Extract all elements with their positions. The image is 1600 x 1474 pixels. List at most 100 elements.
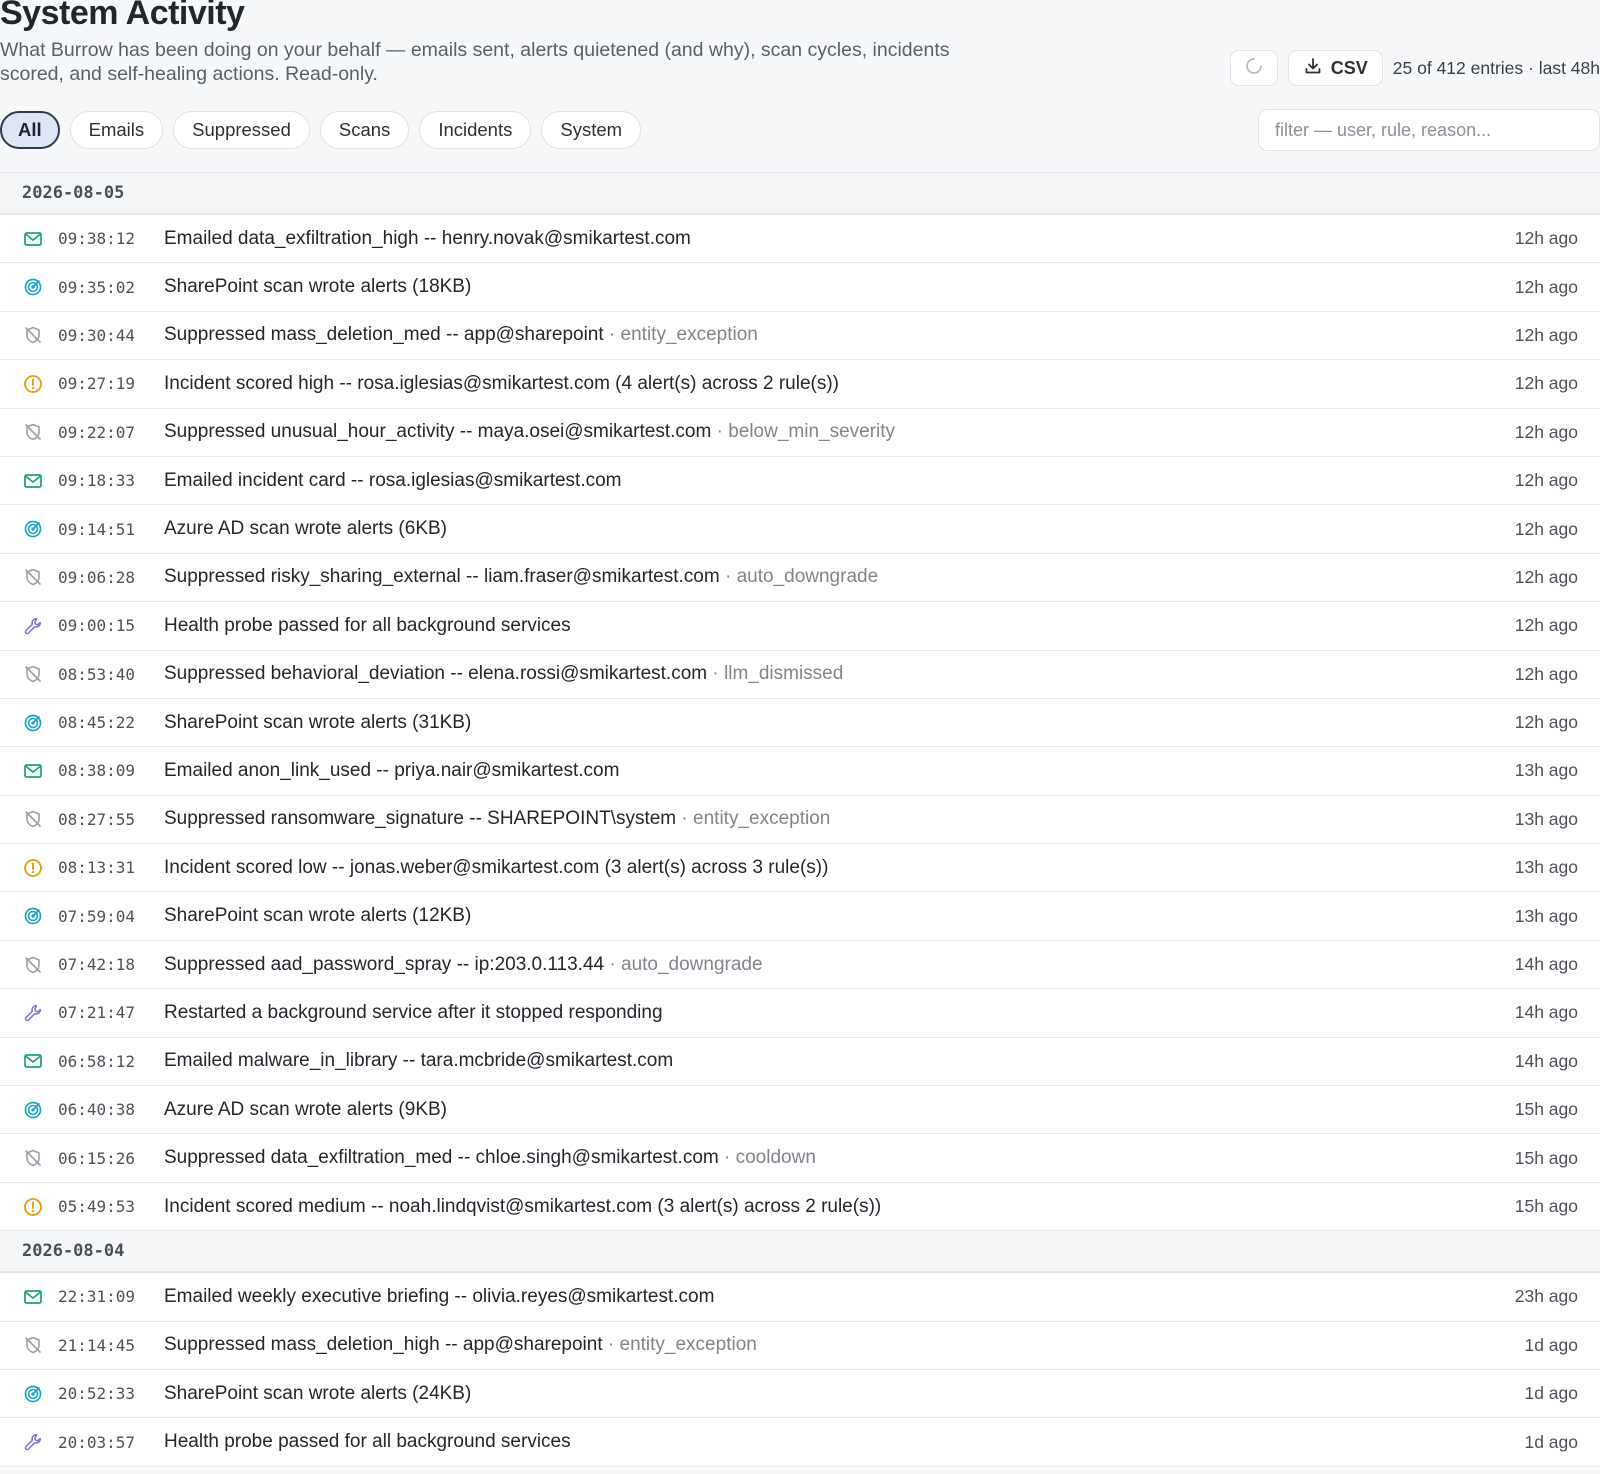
filter-chip-suppressed[interactable]: Suppressed [173,111,310,149]
date-group-header: 2026-08-05 [0,173,1600,215]
activity-message: Suppressed ransomware_signature -- SHARE… [164,808,677,830]
activity-row: 21:14:45 Suppressed mass_deletion_high --… [0,1322,1600,1370]
activity-row: 07:21:47 Restarted a background service a… [0,989,1600,1038]
activity-row: 09:06:28 Suppressed risky_sharing_externa… [0,554,1600,603]
activity-message: SharePoint scan wrote alerts (18KB) [164,276,472,298]
activity-message: Emailed malware_in_library -- tara.mcbri… [164,1050,674,1072]
activity-time: 21:14:45 [58,1335,136,1355]
activity-relative-time: 1d ago [1524,1383,1578,1404]
activity-message: Incident scored low -- jonas.weber@smika… [164,856,829,878]
activity-time: 09:27:19 [58,374,136,394]
activity-relative-time: 1d ago [1524,1431,1578,1452]
scan-target-icon [22,905,44,927]
scan-target-icon [22,1099,44,1121]
filter-input[interactable] [1258,109,1600,151]
activity-time: 07:42:18 [58,955,136,975]
activity-reason-separator: · [707,663,724,685]
activity-row: 08:13:31 Incident scored low -- jonas.web… [0,844,1600,893]
filter-chip-incidents[interactable]: Incidents [419,111,532,149]
activity-row: 22:31:09 Emailed weekly executive briefin… [0,1273,1600,1322]
activity-relative-time: 12h ago [1514,615,1578,636]
shield-off-icon [22,663,44,685]
activity-relative-time: 12h ago [1514,566,1578,587]
refresh-icon [1244,56,1264,81]
mail-icon [22,470,44,492]
activity-row: 09:00:15 Health probe passed for all back… [0,602,1600,651]
activity-reason-separator: · [718,1147,736,1169]
activity-row: 08:45:22 SharePoint scan wrote alerts (31… [0,699,1600,748]
date-group-header: 2026-08-04 [0,1231,1600,1274]
csv-export-button[interactable]: CSV [1287,50,1383,86]
activity-row: 08:53:40 Suppressed behavioral_deviation … [0,651,1600,699]
activity-reason: auto_downgrade [736,566,879,588]
activity-time: 08:13:31 [58,858,136,878]
activity-row: 08:38:09 Emailed anon_link_used -- priya.… [0,747,1600,796]
activity-relative-time: 23h ago [1514,1286,1578,1307]
activity-row: 09:22:07 Suppressed unusual_hour_activity… [0,409,1600,457]
page-subtitle: What Burrow has been doing on your behal… [0,39,950,85]
activity-relative-time: 15h ago [1514,1147,1578,1168]
activity-relative-time: 14h ago [1514,1002,1578,1023]
refresh-button[interactable] [1229,50,1278,86]
activity-row: 09:14:51 Azure AD scan wrote alerts (6KB)… [0,505,1600,554]
filter-chips: All Emails Suppressed Scans Incidents System [0,111,642,149]
activity-reason-separator: · [602,1334,620,1356]
activity-relative-time: 13h ago [1514,808,1578,829]
filter-chip-emails[interactable]: Emails [69,111,164,149]
activity-reason: entity_exception [619,1334,757,1356]
activity-time: 06:40:38 [58,1100,136,1120]
activity-time: 08:38:09 [58,761,136,781]
shield-off-icon [22,1147,44,1169]
activity-relative-time: 12h ago [1514,470,1578,491]
activity-time: 08:27:55 [58,809,136,829]
alert-circle-icon [22,857,44,879]
activity-relative-time: 12h ago [1514,228,1578,249]
activity-reason: cooldown [735,1147,816,1169]
shield-off-icon [22,421,44,443]
activity-message: Suppressed risky_sharing_external -- lia… [164,566,720,588]
activity-row: 06:58:12 Emailed malware_in_library -- ta… [0,1038,1600,1087]
header-actions: CSV 25 of 412 entries · last 48h [1229,50,1600,86]
activity-row: 09:27:19 Incident scored high -- rosa.igl… [0,360,1600,409]
activity-row: 09:35:02 SharePoint scan wrote alerts (18… [0,263,1600,312]
activity-time: 06:58:12 [58,1051,136,1071]
activity-reason: llm_dismissed [724,663,844,685]
activity-row: 05:49:53 Incident scored medium -- noah.l… [0,1183,1600,1232]
activity-message: Incident scored high -- rosa.iglesias@sm… [164,372,839,394]
activity-message: Emailed data_exfiltration_high -- henry.… [164,227,691,249]
shield-off-icon [22,954,44,976]
activity-message: SharePoint scan wrote alerts (24KB) [164,1382,472,1404]
activity-time: 09:30:44 [58,325,136,345]
filter-chip-system[interactable]: System [541,111,642,149]
activity-row: 08:27:55 Suppressed ransomware_signature … [0,796,1600,845]
scan-target-icon [22,276,44,298]
activity-message: Emailed anon_link_used -- priya.nair@smi… [164,759,620,781]
alert-circle-icon [22,1196,44,1218]
page-title: System Activity [0,0,245,32]
filter-chip-scans[interactable]: Scans [319,111,410,149]
activity-row: 07:59:04 SharePoint scan wrote alerts (12… [0,892,1600,941]
mail-icon [22,1050,44,1072]
page-header: System Activity What Burrow has been doi… [0,0,1600,100]
activity-time: 07:21:47 [58,1003,136,1023]
scan-target-icon [22,1383,44,1405]
activity-reason: below_min_severity [728,421,896,443]
activity-reason-separator: · [676,808,694,830]
activity-message: Incident scored medium -- noah.lindqvist… [164,1195,882,1217]
activity-relative-time: 15h ago [1514,1196,1578,1216]
activity-reason: entity_exception [620,324,758,346]
filter-chip-all[interactable]: All [0,111,60,149]
activity-row: 06:40:38 Azure AD scan wrote alerts (9KB)… [0,1086,1600,1135]
activity-message: Suppressed unusual_hour_activity -- maya… [164,421,712,443]
activity-message: Emailed incident card -- rosa.iglesias@s… [164,469,622,491]
activity-time: 20:52:33 [58,1384,136,1404]
mail-icon [22,1286,44,1308]
activity-reason-separator: · [603,324,621,346]
activity-relative-time: 12h ago [1514,324,1578,345]
activity-relative-time: 15h ago [1514,1099,1578,1120]
wrench-icon [22,1002,44,1024]
activity-message: Suppressed data_exfiltration_med -- chlo… [164,1147,719,1169]
activity-relative-time: 1d ago [1524,1334,1578,1355]
activity-message: Suppressed behavioral_deviation -- elena… [164,663,708,685]
activity-message: Azure AD scan wrote alerts (9KB) [164,1098,447,1120]
